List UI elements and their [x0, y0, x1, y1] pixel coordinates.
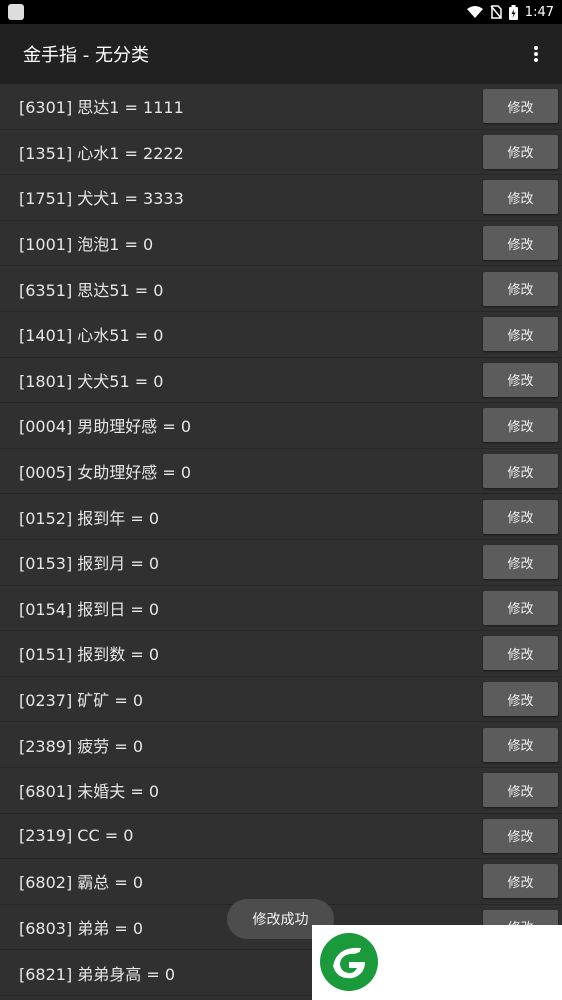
list-item: [0154] 报到日 = 0 修改	[0, 586, 562, 632]
cheat-label: [6802] 霸总 = 0	[19, 873, 144, 893]
watermark-badge	[312, 925, 562, 1000]
cheat-label: [0004] 男助理好感 = 0	[19, 417, 192, 437]
edit-button[interactable]: 修改	[483, 773, 558, 808]
app-bar: 金手指 - 无分类	[0, 24, 562, 84]
list-item: [1401] 心水51 = 0 修改	[0, 312, 562, 358]
list-item: [6351] 思达51 = 0 修改	[0, 266, 562, 312]
list-item: [6801] 未婚夫 = 0 修改	[0, 768, 562, 814]
status-bar: 1:47	[0, 0, 562, 24]
notification-icon	[8, 4, 24, 20]
edit-button[interactable]: 修改	[483, 682, 558, 717]
edit-button[interactable]: 修改	[483, 226, 558, 261]
list-item: [2389] 疲劳 = 0 修改	[0, 722, 562, 768]
edit-button[interactable]: 修改	[483, 864, 558, 899]
cheat-label: [2389] 疲劳 = 0	[19, 736, 144, 756]
edit-button[interactable]: 修改	[483, 454, 558, 489]
edit-button[interactable]: 修改	[483, 362, 558, 397]
edit-button[interactable]: 修改	[483, 271, 558, 306]
edit-button[interactable]: 修改	[483, 180, 558, 215]
list-item: [6802] 霸总 = 0 修改	[0, 859, 562, 905]
status-time: 1:47	[524, 4, 554, 20]
more-vert-icon[interactable]	[524, 42, 548, 66]
cheat-label: [1401] 心水51 = 0	[19, 326, 164, 346]
cheat-label: [1351] 心水1 = 2222	[19, 143, 184, 163]
edit-button[interactable]: 修改	[483, 818, 558, 853]
list-item: [1801] 犬犬51 = 0 修改	[0, 358, 562, 404]
cheat-label: [1801] 犬犬51 = 0	[19, 371, 164, 391]
wifi-icon	[466, 5, 483, 19]
edit-button[interactable]: 修改	[483, 727, 558, 762]
cheat-label: [1751] 犬犬1 = 3333	[19, 189, 184, 209]
cheat-label: [0005] 女助理好感 = 0	[19, 463, 192, 483]
edit-button[interactable]: 修改	[483, 499, 558, 534]
list-item: [1351] 心水1 = 2222 修改	[0, 130, 562, 176]
cheat-label: [0152] 报到年 = 0	[19, 508, 160, 528]
edit-button[interactable]: 修改	[483, 545, 558, 580]
cheat-label: [6301] 思达1 = 1111	[19, 98, 184, 118]
cheat-label: [0237] 矿矿 = 0	[19, 691, 144, 711]
cheat-label: [0153] 报到月 = 0	[19, 554, 160, 574]
list-item: [0151] 报到数 = 0 修改	[0, 631, 562, 677]
edit-button[interactable]: 修改	[483, 408, 558, 443]
list-item: [0237] 矿矿 = 0 修改	[0, 677, 562, 723]
cheat-label: [6821] 弟弟身高 = 0	[19, 964, 176, 984]
edit-button[interactable]: 修改	[483, 89, 558, 124]
list-item: [1001] 泡泡1 = 0 修改	[0, 221, 562, 267]
edit-button[interactable]: 修改	[483, 317, 558, 352]
list-item: [2319] CC = 0 修改	[0, 814, 562, 860]
page-title: 金手指 - 无分类	[23, 45, 149, 66]
cheat-label: [6803] 弟弟 = 0	[19, 918, 144, 938]
leaf-logo-icon	[320, 933, 378, 991]
list-item: [0153] 报到月 = 0 修改	[0, 540, 562, 586]
no-sim-icon	[490, 5, 502, 19]
cheat-label: [2319] CC = 0	[19, 826, 134, 846]
list-item: [0004] 男助理好感 = 0 修改	[0, 403, 562, 449]
cheat-label: [6801] 未婚夫 = 0	[19, 782, 160, 802]
edit-button[interactable]: 修改	[483, 134, 558, 169]
list-item: [0152] 报到年 = 0 修改	[0, 494, 562, 540]
cheat-label: [0151] 报到数 = 0	[19, 645, 160, 665]
battery-charging-icon	[508, 4, 518, 20]
cheat-label: [0154] 报到日 = 0	[19, 599, 160, 619]
list-item: [6301] 思达1 = 1111 修改	[0, 84, 562, 130]
edit-button[interactable]: 修改	[483, 590, 558, 625]
cheat-list: [6301] 思达1 = 1111 修改 [1351] 心水1 = 2222 修改 [1…	[0, 84, 562, 996]
list-item: [1751] 犬犬1 = 3333 修改	[0, 175, 562, 221]
list-item: [0005] 女助理好感 = 0 修改	[0, 449, 562, 495]
edit-button[interactable]: 修改	[483, 636, 558, 671]
cheat-label: [1001] 泡泡1 = 0	[19, 235, 154, 255]
cheat-label: [6351] 思达51 = 0	[19, 280, 164, 300]
